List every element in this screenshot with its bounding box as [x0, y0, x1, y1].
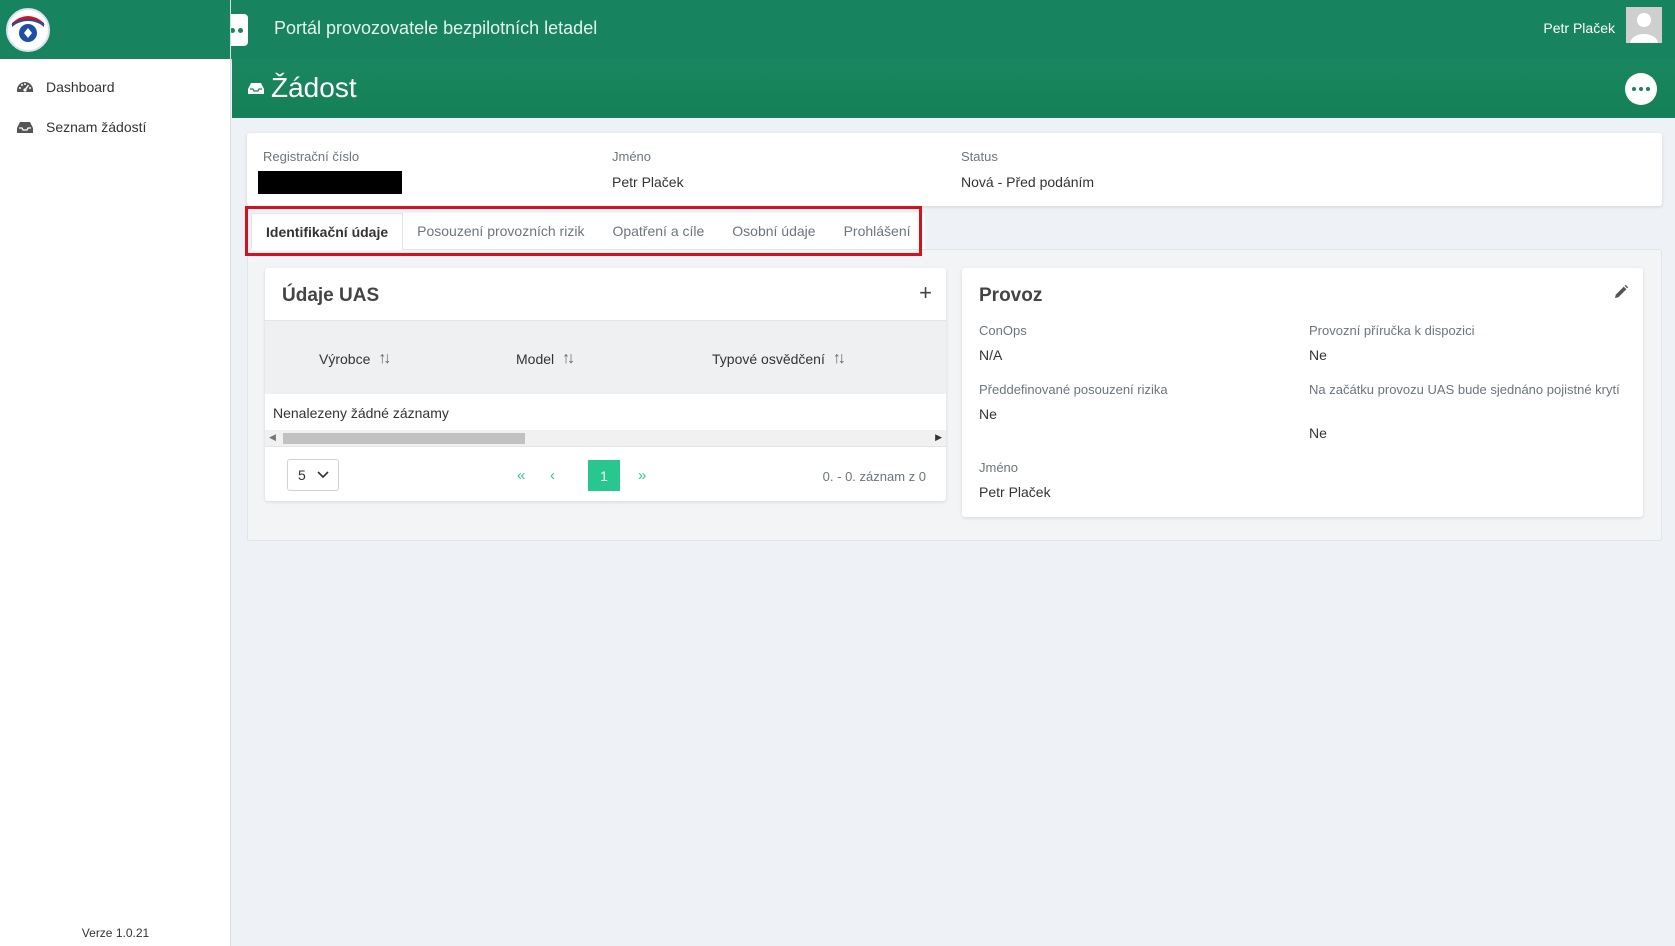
risk-assessment-value: Ne	[979, 406, 997, 422]
add-uas-button[interactable]: +	[919, 280, 932, 306]
pagination: 5 « ‹ 1 › » 0. - 0. záznam z 0	[265, 446, 946, 501]
page-title: Žádost	[247, 72, 357, 104]
status-field: Status Nová - Před podáním	[961, 149, 1094, 190]
dot-icon	[1632, 87, 1636, 91]
provoz-card-title: Provoz	[979, 285, 1043, 306]
avatar[interactable]	[1626, 7, 1662, 43]
sidebar-item-label: Seznam žádostí	[46, 119, 147, 135]
last-page-icon[interactable]: »	[638, 467, 646, 484]
column-header-vyrobce[interactable]: Výrobce ↑↓	[319, 350, 391, 368]
top-bar: Portál provozovatele bezpilotních letade…	[0, 0, 1675, 59]
sidebar-item-dashboard[interactable]: Dashboard	[0, 67, 230, 107]
risk-assessment-label: Předdefinované posouzení rizika	[979, 382, 1168, 397]
scrollbar-thumb[interactable]	[283, 433, 525, 444]
column-header-label: Model	[516, 351, 555, 367]
dot-icon	[1639, 87, 1643, 91]
page-actions-button[interactable]	[1625, 73, 1657, 105]
column-header-model[interactable]: Model ↑↓	[516, 350, 575, 368]
page-info: 0. - 0. záznam z 0	[822, 469, 926, 484]
conops-label: ConOps	[979, 323, 1027, 338]
page-title-text: Žádost	[271, 72, 357, 103]
app-title: Portál provozovatele bezpilotních letade…	[274, 18, 598, 38]
manual-label: Provozní příručka k dispozici	[1309, 323, 1475, 338]
page-size-value: 5	[298, 467, 306, 483]
sort-icon: ↑↓	[562, 350, 575, 367]
first-page-icon[interactable]: «	[517, 467, 525, 484]
name-field: Jméno Petr Plaček	[612, 149, 684, 190]
pencil-icon[interactable]	[1613, 284, 1629, 300]
page-header: Žádost	[232, 59, 1675, 118]
provoz-card: Provoz ConOps N/A Provozní příručka k di…	[962, 268, 1643, 517]
uas-table-header: Výrobce ↑↓ Model ↑↓ Typové osvědčení ↑↓	[265, 320, 946, 394]
column-header-typove-osvedceni[interactable]: Typové osvědčení ↑↓	[712, 350, 846, 368]
inbox-icon	[17, 122, 33, 133]
sort-icon: ↑↓	[378, 350, 391, 367]
uas-card-title: Údaje UAS	[282, 285, 380, 306]
name-value: Petr Plaček	[612, 174, 684, 190]
sidebar-nav: Dashboard Seznam žádostí	[0, 59, 230, 147]
request-info-card: Registrační číslo Jméno Petr Plaček Stat…	[247, 133, 1662, 206]
conops-value: N/A	[979, 347, 1003, 363]
user-name[interactable]: Petr Plaček	[1543, 20, 1615, 36]
provoz-name-label: Jméno	[979, 460, 1019, 475]
dot-icon	[1646, 87, 1650, 91]
column-header-label: Výrobce	[319, 351, 371, 367]
empty-table-message: Nenalezeny žádné záznamy	[273, 405, 449, 421]
sort-icon: ↑↓	[832, 350, 846, 367]
logo-area	[0, 0, 230, 59]
registration-number-label: Registrační číslo	[263, 149, 360, 164]
status-value: Nová - Před podáním	[961, 174, 1095, 190]
prev-page-icon[interactable]: ‹	[550, 467, 555, 484]
name-label: Jméno	[612, 149, 652, 164]
chevron-down-icon	[317, 466, 329, 487]
version-label: Verze 1.0.21	[81, 926, 150, 940]
sidebar-item-seznam-zadosti[interactable]: Seznam žádostí	[0, 107, 230, 147]
sidebar: Dashboard Seznam žádostí Verze 1.0.21	[0, 0, 231, 946]
registration-number-field: Registrační číslo	[263, 149, 359, 164]
user-icon	[1626, 7, 1662, 43]
insurance-value: Ne	[1309, 425, 1327, 441]
dot-icon	[237, 27, 243, 33]
redacted-value	[258, 171, 402, 194]
manual-value: Ne	[1309, 347, 1327, 363]
tachometer-icon	[17, 82, 33, 92]
insurance-label: Na začátku provozu UAS bude sjednáno poj…	[1309, 382, 1620, 397]
inbox-icon	[248, 83, 264, 94]
page-size-select[interactable]: 5	[287, 459, 339, 491]
highlight-box	[245, 206, 922, 256]
column-header-label: Typové osvědčení	[712, 351, 825, 367]
status-label: Status	[961, 149, 998, 164]
next-page-icon[interactable]: ›	[611, 467, 616, 484]
logo[interactable]	[6, 7, 50, 52]
scroll-left-icon[interactable]: ◀	[269, 432, 276, 443]
sidebar-item-label: Dashboard	[46, 79, 115, 95]
scroll-right-icon[interactable]: ▶	[935, 432, 942, 443]
provoz-name-value: Petr Plaček	[979, 484, 1051, 500]
emblem-icon	[10, 11, 46, 48]
horizontal-scrollbar[interactable]: ◀ ▶	[265, 430, 946, 446]
uas-card: Údaje UAS + Výrobce ↑↓ Model ↑↓ Typové osv…	[265, 268, 946, 501]
